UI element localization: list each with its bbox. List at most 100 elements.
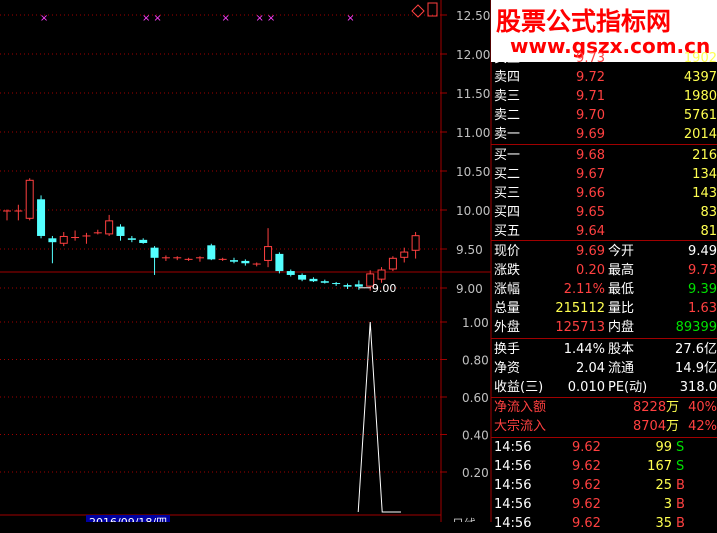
quote-value: 215112 [555,301,605,316]
bid-price: 9.66 [576,186,605,201]
ask-price: 9.69 [576,127,605,142]
flow-row: 大宗流入 8704 万 42% [491,418,717,436]
ask-row: 卖三 9.71 1980 [491,88,717,106]
tick-time: 14:56 [494,497,532,512]
fundamental-row: 收益(三) 0.010 PE(动) 318.0 [491,379,717,397]
candle-body [309,278,318,282]
flow-unit: 万 [666,419,680,434]
candle-body [354,284,363,287]
quote-label: 外盘 [494,320,521,335]
fundamental-value: 0.010 [567,380,605,395]
tick-price: 9.62 [572,478,601,493]
ask-row: 卖四 9.72 4397 [491,69,717,87]
bid-label: 买四 [494,205,521,220]
quote-label: 涨幅 [494,282,521,297]
candle-body [48,238,57,243]
price-axis-label: 9.50 [456,243,483,257]
signal-mark: × [153,13,161,24]
tick-price: 9.62 [572,497,601,512]
ask-volume: 5761 [683,108,717,123]
flow-percent: 40% [688,400,717,415]
quote-row: 外盘 125713 内盘 89399 [491,319,717,337]
quote-row: 现价 9.69 今开 9.49 [491,243,717,261]
fundamental-value: 2.04 [576,361,605,376]
bid-price: 9.64 [576,224,605,239]
candle-body [400,251,409,258]
tick-side: S [676,440,685,455]
bid-label: 买三 [494,186,521,201]
flow-unit: 万 [666,400,680,415]
fundamental-label: 流通 [608,361,635,376]
tick-row: 14:56 9.62 35 B [491,515,717,533]
tick-side: S [676,459,685,474]
quote-label: 今开 [608,244,635,259]
tick-price: 9.62 [572,440,601,455]
bid-volume: 143 [692,186,717,201]
bid-volume: 83 [700,205,717,220]
candle-body [320,281,329,283]
ask-label: 卖四 [494,70,521,85]
candle-body [264,246,273,261]
ask-price: 9.73 [576,51,605,66]
candle-body [150,247,159,258]
bid-row: 买五 9.64 81 [491,223,717,241]
fundamental-label: 收益(三) [494,380,544,395]
book-divider [491,240,717,241]
signal-mark: × [142,13,150,24]
tick-row: 14:56 9.62 99 S [491,439,717,457]
flow-label: 净流入额 [494,400,547,415]
low-marker-label: 9.00 [372,282,397,295]
candle-body [37,199,46,236]
bid-row: 买四 9.65 83 [491,204,717,222]
bid-label: 买一 [494,148,521,163]
panel-toggle-icon [427,2,438,17]
candle-body [207,245,216,260]
ask-label: 卖一 [494,127,521,142]
ask-price: 9.70 [576,108,605,123]
flow-divider [491,437,717,438]
indicator-axis-label: 1.00 [462,316,489,330]
candle-body [298,274,307,280]
flow-value: 8228 [633,400,667,415]
candle-body [127,238,136,240]
quote-value: 125713 [555,320,605,335]
candle-body [230,260,238,262]
fundamental-value: 318.0 [679,380,717,395]
fundamental-row: 净资 2.04 流通 14.9亿 [491,360,717,378]
ask-volume: 2014 [683,127,717,142]
indicator-line [357,321,401,513]
tick-time: 14:56 [494,440,532,455]
indicator-axis-label: 0.60 [462,391,489,405]
signal-mark: × [346,13,354,24]
price-axis-label: 10.00 [456,204,490,218]
candle-body [377,269,386,280]
candle-body [59,235,68,244]
ask-volume: 1980 [683,89,717,104]
tick-time: 14:56 [494,516,532,531]
tick-row: 14:56 9.62 25 B [491,477,717,495]
quote-row: 总量 215112 量比 1.63 [491,300,717,318]
fundamental-label: PE(动) [608,380,648,395]
flow-percent: 42% [688,419,717,434]
flow-row: 净流入额 8228 万 40% [491,399,717,417]
fundamental-label: 股本 [608,342,635,357]
indicator-axis-label: 0.80 [462,354,489,368]
fundamental-value: 14.9亿 [675,361,717,376]
bid-price: 9.65 [576,205,605,220]
fund-divider [491,397,717,398]
bid-price: 9.68 [576,148,605,163]
price-axis-label: 9.00 [456,282,483,296]
watermark-title: 股票公式指标网 [496,7,672,36]
quote-divider [491,338,717,339]
tick-volume: 167 [647,459,672,474]
fundamental-label: 换手 [494,342,521,357]
quote-value: 9.69 [576,244,605,259]
bid-price: 9.67 [576,167,605,182]
quote-value: 9.39 [688,282,717,297]
tick-side: B [676,478,685,493]
tick-row: 14:56 9.62 167 S [491,458,717,476]
bid-volume: 216 [692,148,717,163]
fundamental-value: 1.44% [563,342,605,357]
date-label: 2016/09/18/四 [89,516,167,522]
bid-volume: 81 [700,224,717,239]
